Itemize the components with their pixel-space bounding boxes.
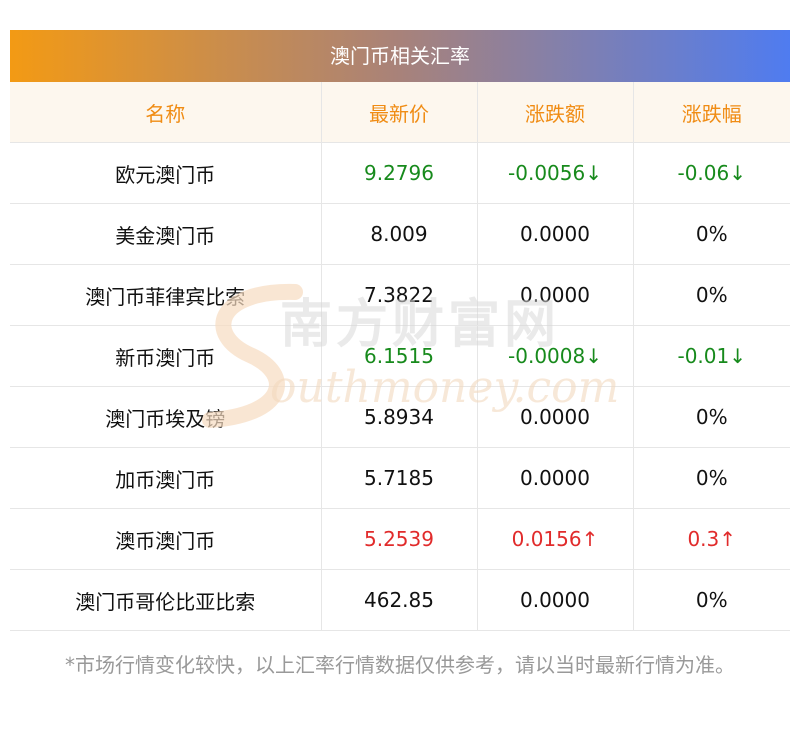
price-change-percent: 0.3↑: [632, 508, 790, 570]
currency-pair-name: 澳币澳门币: [10, 508, 321, 570]
table-header-row: 名称 最新价 涨跌额 涨跌幅: [10, 82, 790, 143]
price-change-percent: 0%: [632, 569, 790, 631]
column-header-name: 名称: [10, 82, 321, 143]
table-row: 加币澳门币 5.7185 0.0000 0%: [10, 447, 790, 509]
column-header-change-percent: 涨跌幅: [632, 82, 790, 143]
table-title: 澳门币相关汇率: [10, 30, 790, 82]
table-row: 澳门币菲律宾比索 7.3822 0.0000 0%: [10, 264, 790, 326]
currency-pair-name: 新币澳门币: [10, 325, 321, 387]
table-row: 欧元澳门币 9.2796 -0.0056↓ -0.06↓: [10, 142, 790, 204]
price-change: 0.0000: [476, 264, 633, 326]
currency-pair-name: 澳门币菲律宾比索: [10, 264, 321, 326]
latest-price: 9.2796: [320, 142, 477, 204]
table-row: 新币澳门币 6.1515 -0.0008↓ -0.01↓: [10, 325, 790, 387]
exchange-rate-table: 名称 最新价 涨跌额 涨跌幅 欧元澳门币 9.2796 -0.0056↓ -0.…: [10, 82, 790, 631]
exchange-rate-card: 澳门币相关汇率 名称 最新价 涨跌额 涨跌幅 欧元澳门币 9.2796 -0.0…: [10, 30, 790, 631]
price-change: 0.0000: [476, 447, 633, 509]
latest-price: 7.3822: [320, 264, 477, 326]
currency-pair-name: 美金澳门币: [10, 203, 321, 265]
price-change: 0.0000: [476, 569, 633, 631]
price-change-percent: 0%: [632, 447, 790, 509]
price-change-percent: -0.06↓: [632, 142, 790, 204]
currency-pair-name: 澳门币埃及镑: [10, 386, 321, 448]
latest-price: 5.7185: [320, 447, 477, 509]
table-row: 澳门币埃及镑 5.8934 0.0000 0%: [10, 386, 790, 448]
latest-price: 6.1515: [320, 325, 477, 387]
column-header-change: 涨跌额: [476, 82, 633, 143]
table-row: 澳币澳门币 5.2539 0.0156↑ 0.3↑: [10, 508, 790, 570]
price-change-percent: -0.01↓: [632, 325, 790, 387]
latest-price: 462.85: [320, 569, 477, 631]
latest-price: 5.8934: [320, 386, 477, 448]
price-change: 0.0000: [476, 203, 633, 265]
price-change: 0.0000: [476, 386, 633, 448]
latest-price: 5.2539: [320, 508, 477, 570]
price-change: 0.0156↑: [476, 508, 633, 570]
price-change: -0.0056↓: [476, 142, 633, 204]
price-change-percent: 0%: [632, 203, 790, 265]
price-change-percent: 0%: [632, 386, 790, 448]
latest-price: 8.009: [320, 203, 477, 265]
currency-pair-name: 欧元澳门币: [10, 142, 321, 204]
currency-pair-name: 澳门币哥伦比亚比索: [10, 569, 321, 631]
disclaimer-note: *市场行情变化较快，以上汇率行情数据仅供参考，请以当时最新行情为准。: [65, 653, 735, 677]
table-row: 美金澳门币 8.009 0.0000 0%: [10, 203, 790, 265]
price-change: -0.0008↓: [476, 325, 633, 387]
column-header-price: 最新价: [320, 82, 477, 143]
currency-pair-name: 加币澳门币: [10, 447, 321, 509]
table-row: 澳门币哥伦比亚比索 462.85 0.0000 0%: [10, 569, 790, 631]
price-change-percent: 0%: [632, 264, 790, 326]
